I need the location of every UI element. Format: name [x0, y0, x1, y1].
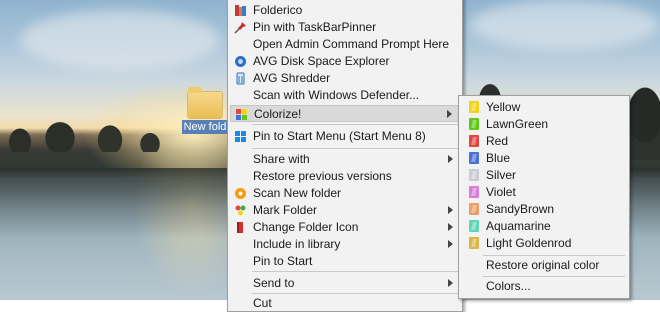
color-item-aquamarine[interactable]: Aquamarine: [461, 218, 627, 235]
menu-separator: [252, 293, 458, 294]
menu-item-restore-versions[interactable]: Restore previous versions: [230, 168, 460, 185]
blue-swatch-icon: [469, 152, 479, 164]
color-item-sandybrown[interactable]: SandyBrown: [461, 201, 627, 218]
menu-item-pin-taskbarpinner[interactable]: Pin with TaskBarPinner: [230, 19, 460, 36]
light-goldenrod-swatch-icon: [469, 237, 479, 249]
color-item-lawngreen[interactable]: LawnGreen: [461, 116, 627, 133]
color-item-violet[interactable]: Violet: [461, 184, 627, 201]
desktop-folder-label: New fold: [181, 120, 229, 134]
menu-item-avg-shredder[interactable]: AVG Shredder: [230, 70, 460, 87]
colorize-icon: [236, 109, 247, 120]
avast-icon: [235, 188, 246, 199]
menu-separator: [483, 255, 625, 256]
color-item-blue[interactable]: Blue: [461, 150, 627, 167]
submenu-arrow-icon: [448, 206, 453, 214]
menu-item-windows-defender[interactable]: Scan with Windows Defender...: [230, 87, 460, 104]
menu-item-change-folder-icon[interactable]: Change Folder Icon: [230, 219, 460, 236]
change-folder-icon: [237, 222, 243, 233]
submenu-arrow-icon: [447, 110, 452, 118]
pin-icon: [234, 22, 246, 34]
menu-separator: [252, 148, 458, 149]
red-swatch-icon: [469, 135, 479, 147]
folder-icon: [188, 87, 222, 118]
avg-disk-icon: [235, 56, 246, 67]
menu-separator: [483, 276, 625, 277]
menu-item-avg-disk-explorer[interactable]: AVG Disk Space Explorer: [230, 53, 460, 70]
color-item-silver[interactable]: Silver: [461, 167, 627, 184]
menu-item-scan-new-folder[interactable]: Scan New folder: [230, 185, 460, 202]
mark-folder-icon: [235, 205, 246, 216]
submenu-arrow-icon: [448, 155, 453, 163]
menu-separator: [252, 124, 458, 125]
violet-swatch-icon: [469, 186, 479, 198]
menu-item-include-library[interactable]: Include in library: [230, 236, 460, 253]
yellow-swatch-icon: [469, 101, 479, 113]
sandybrown-swatch-icon: [469, 203, 479, 215]
menu-item-folderico[interactable]: Folderico: [230, 2, 460, 19]
submenu-arrow-icon: [448, 279, 453, 287]
menu-item-cut[interactable]: Cut: [230, 295, 460, 312]
color-item-red[interactable]: Red: [461, 133, 627, 150]
restore-original-color-item[interactable]: Restore original color: [461, 257, 627, 274]
folderico-icon: [235, 5, 246, 16]
lawngreen-swatch-icon: [469, 118, 479, 130]
menu-item-pin-start-menu8[interactable]: Pin to Start Menu (Start Menu 8): [230, 128, 460, 145]
menu-item-send-to[interactable]: Send to: [230, 275, 460, 292]
menu-separator: [252, 271, 458, 272]
silver-swatch-icon: [469, 169, 479, 181]
menu-item-mark-folder[interactable]: Mark Folder: [230, 202, 460, 219]
menu-item-colorize[interactable]: Colorize!: [230, 105, 460, 122]
aquamarine-swatch-icon: [469, 220, 479, 232]
menu-item-share-with[interactable]: Share with: [230, 151, 460, 168]
windows-logo-icon: [235, 131, 246, 142]
color-item-yellow[interactable]: Yellow: [461, 99, 627, 116]
avg-shredder-icon: [236, 72, 245, 85]
color-item-light-goldenrod[interactable]: Light Goldenrod: [461, 235, 627, 252]
cloud: [470, 0, 660, 50]
submenu-arrow-icon: [448, 223, 453, 231]
menu-item-admin-cmd[interactable]: Open Admin Command Prompt Here: [230, 36, 460, 53]
cloud: [20, 10, 220, 70]
colors-dialog-item[interactable]: Colors...: [461, 278, 627, 295]
submenu-arrow-icon: [448, 240, 453, 248]
desktop-folder-icon[interactable]: New fold: [180, 87, 230, 134]
context-menu: Folderico Pin with TaskBarPinner Open Ad…: [227, 0, 463, 312]
colorize-submenu: Yellow LawnGreen Red Blue Silver Violet …: [458, 95, 630, 299]
menu-item-pin-to-start[interactable]: Pin to Start: [230, 253, 460, 270]
